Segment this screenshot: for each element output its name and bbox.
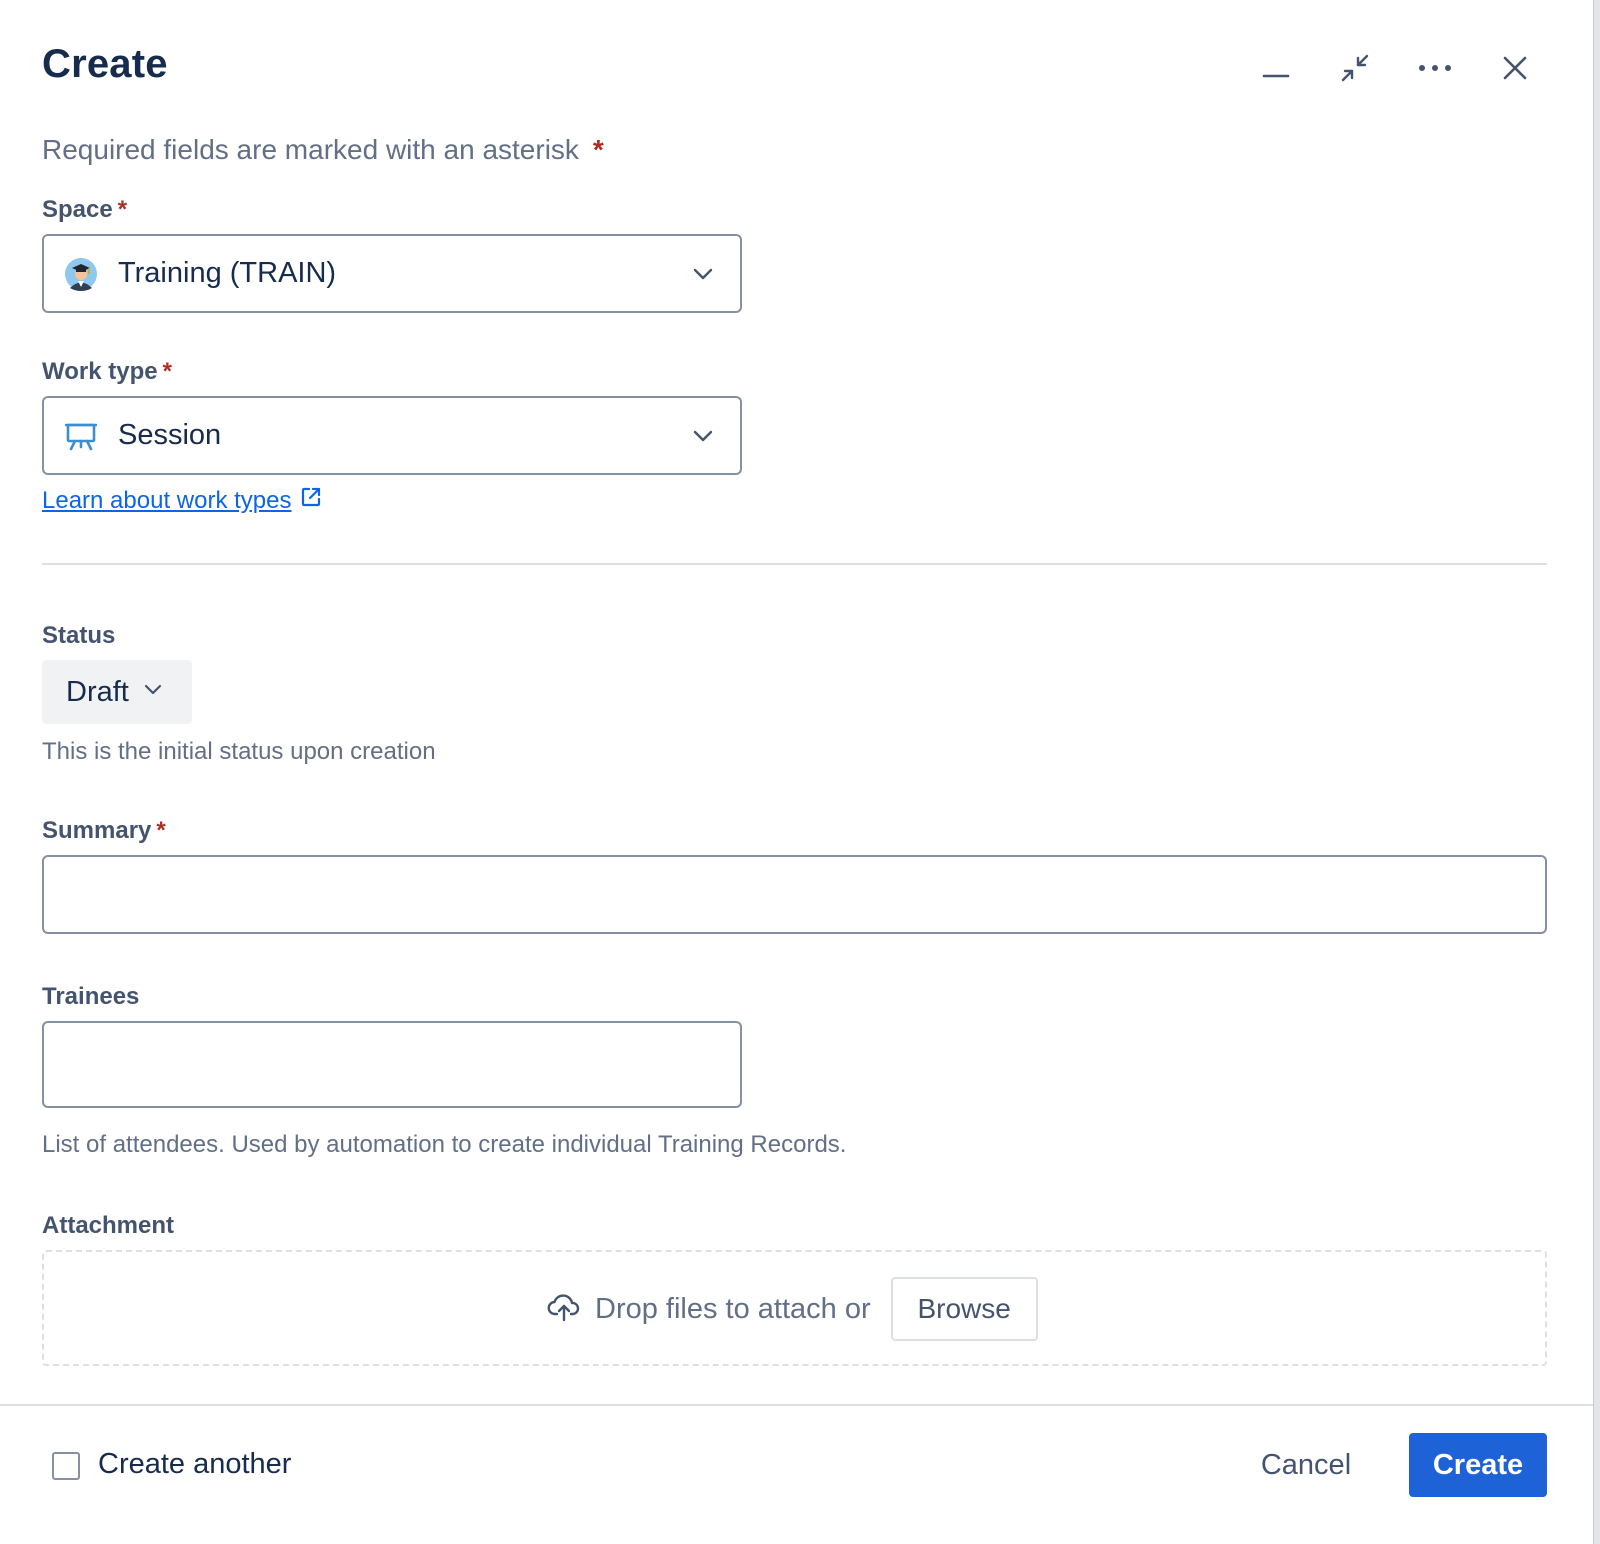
- drop-files-text: Drop files to attach or: [595, 1292, 871, 1325]
- required-asterisk: *: [592, 134, 604, 165]
- trainees-label: Trainees: [42, 983, 140, 1010]
- more-icon: [1417, 63, 1453, 73]
- attachment-dropzone[interactable]: Drop files to attach or Browse: [42, 1250, 1547, 1366]
- space-value: Training (TRAIN): [118, 257, 337, 289]
- space-select[interactable]: Training (TRAIN): [42, 234, 742, 313]
- work-type-label: Work type *: [42, 358, 172, 386]
- required-note-text: Required fields are marked with an aster…: [42, 134, 579, 165]
- required-asterisk: *: [162, 358, 172, 385]
- work-type-label-text: Work type: [42, 358, 158, 385]
- chevron-down-icon: [129, 680, 163, 705]
- minimize-icon: [1262, 54, 1290, 82]
- chevron-down-icon: [692, 263, 714, 290]
- dialog-title: Create: [42, 42, 168, 86]
- create-dialog: Create Required fields are marked with a…: [0, 0, 1593, 1544]
- presentation-icon: [64, 419, 98, 453]
- attachment-label: Attachment: [42, 1212, 175, 1239]
- required-asterisk: *: [117, 196, 128, 223]
- close-button[interactable]: [1495, 48, 1535, 88]
- required-asterisk: *: [156, 817, 166, 844]
- window-edge: [1594, 0, 1600, 1544]
- work-type-value: Session: [118, 419, 222, 451]
- more-actions-button[interactable]: [1415, 48, 1455, 88]
- cancel-button[interactable]: Cancel: [1240, 1433, 1372, 1497]
- status-value: Draft: [66, 675, 129, 708]
- work-type-select[interactable]: Session: [42, 396, 742, 475]
- create-another-label[interactable]: Create another: [98, 1448, 291, 1481]
- avatar-icon: [64, 257, 98, 291]
- chevron-down-icon: [692, 425, 714, 452]
- summary-label: Summary *: [42, 817, 166, 845]
- required-fields-note: Required fields are marked with an aster…: [42, 134, 604, 166]
- create-button[interactable]: Create: [1409, 1433, 1547, 1497]
- learn-work-types-link[interactable]: Learn about work types: [42, 485, 323, 516]
- section-divider: [42, 563, 1547, 565]
- trainees-input[interactable]: [42, 1021, 742, 1108]
- summary-label-text: Summary: [42, 817, 152, 844]
- footer-divider: [0, 1404, 1593, 1406]
- upload-cloud-icon: [547, 1292, 581, 1327]
- create-another-checkbox[interactable]: [52, 1452, 80, 1480]
- space-label-text: Space: [42, 196, 113, 223]
- status-dropdown[interactable]: Draft: [42, 660, 192, 724]
- minimize-button[interactable]: [1256, 48, 1296, 88]
- trainees-helper-text: List of attendees. Used by automation to…: [42, 1131, 847, 1158]
- status-label: Status: [42, 622, 116, 649]
- browse-button[interactable]: Browse: [890, 1277, 1038, 1341]
- collapse-button[interactable]: [1335, 48, 1375, 88]
- status-helper-text: This is the initial status upon creation: [42, 738, 436, 765]
- collapse-icon: [1340, 53, 1370, 83]
- summary-input[interactable]: [42, 855, 1547, 934]
- external-link-icon: [291, 485, 323, 516]
- close-icon: [1502, 55, 1528, 81]
- learn-work-types-text: Learn about work types: [42, 486, 292, 514]
- space-label: Space *: [42, 196, 127, 224]
